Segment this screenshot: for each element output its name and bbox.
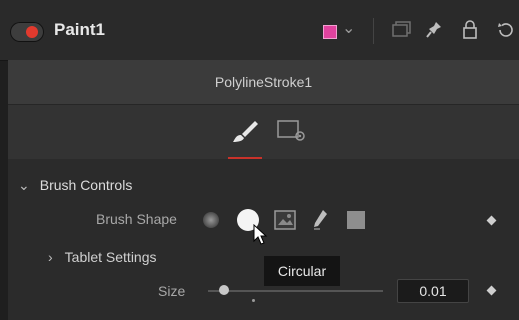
pin-icon[interactable] (425, 20, 443, 40)
inspector-tabs (8, 104, 519, 160)
tablet-settings-label: Tablet Settings (64, 249, 157, 265)
size-slider-handle[interactable] (219, 285, 229, 295)
chevron-down-icon: ⌄ (18, 177, 30, 193)
tool-name: PolylineStroke1 (214, 74, 313, 90)
header-separator (373, 18, 374, 44)
size-value-field[interactable]: 0.01 (397, 279, 469, 303)
size-slider-track[interactable] (208, 290, 383, 292)
enabled-indicator (26, 26, 38, 38)
brush-shape-tooltip: Circular (264, 256, 340, 286)
node-title: Paint1 (54, 20, 106, 39)
size-keyframe-icon[interactable] (486, 285, 497, 296)
square-brush-icon[interactable] (346, 210, 366, 230)
color-dropdown-chevron-icon[interactable]: ⌄ (342, 18, 355, 38)
eraser-brush-icon[interactable] (311, 209, 329, 231)
brush-shape-keyframe-icon[interactable] (486, 215, 497, 226)
tablet-settings-header[interactable]: › Tablet Settings (48, 249, 157, 265)
inspector-panel: Paint1 ⌄ PolylineStroke1 ⌄ Brush Control… (0, 0, 519, 320)
brush-controls-label: Brush Controls (39, 177, 133, 193)
soft-brush-icon[interactable] (201, 210, 221, 230)
chevron-right-icon: › (48, 249, 53, 265)
versions-icon[interactable] (392, 20, 412, 38)
mouse-cursor-icon (253, 224, 268, 245)
size-default-marker (252, 299, 255, 302)
brush-controls-header[interactable]: ⌄ Brush Controls (18, 177, 132, 194)
node-header: Paint1 ⌄ (0, 0, 519, 61)
lock-icon[interactable] (462, 20, 478, 40)
paintbrush-icon[interactable] (230, 119, 260, 145)
image-brush-icon[interactable] (274, 210, 296, 230)
node-enable-toggle[interactable] (10, 22, 44, 42)
brush-shape-label: Brush Shape (96, 211, 177, 227)
node-color-swatch[interactable] (323, 25, 337, 39)
reset-icon[interactable] (496, 20, 514, 40)
controls-body: ⌄ Brush Controls Brush Shape › Tablet Se… (8, 159, 519, 320)
settings-panel-icon[interactable] (276, 118, 308, 144)
tool-name-bar: PolylineStroke1 (8, 60, 519, 104)
size-label: Size (158, 283, 186, 299)
